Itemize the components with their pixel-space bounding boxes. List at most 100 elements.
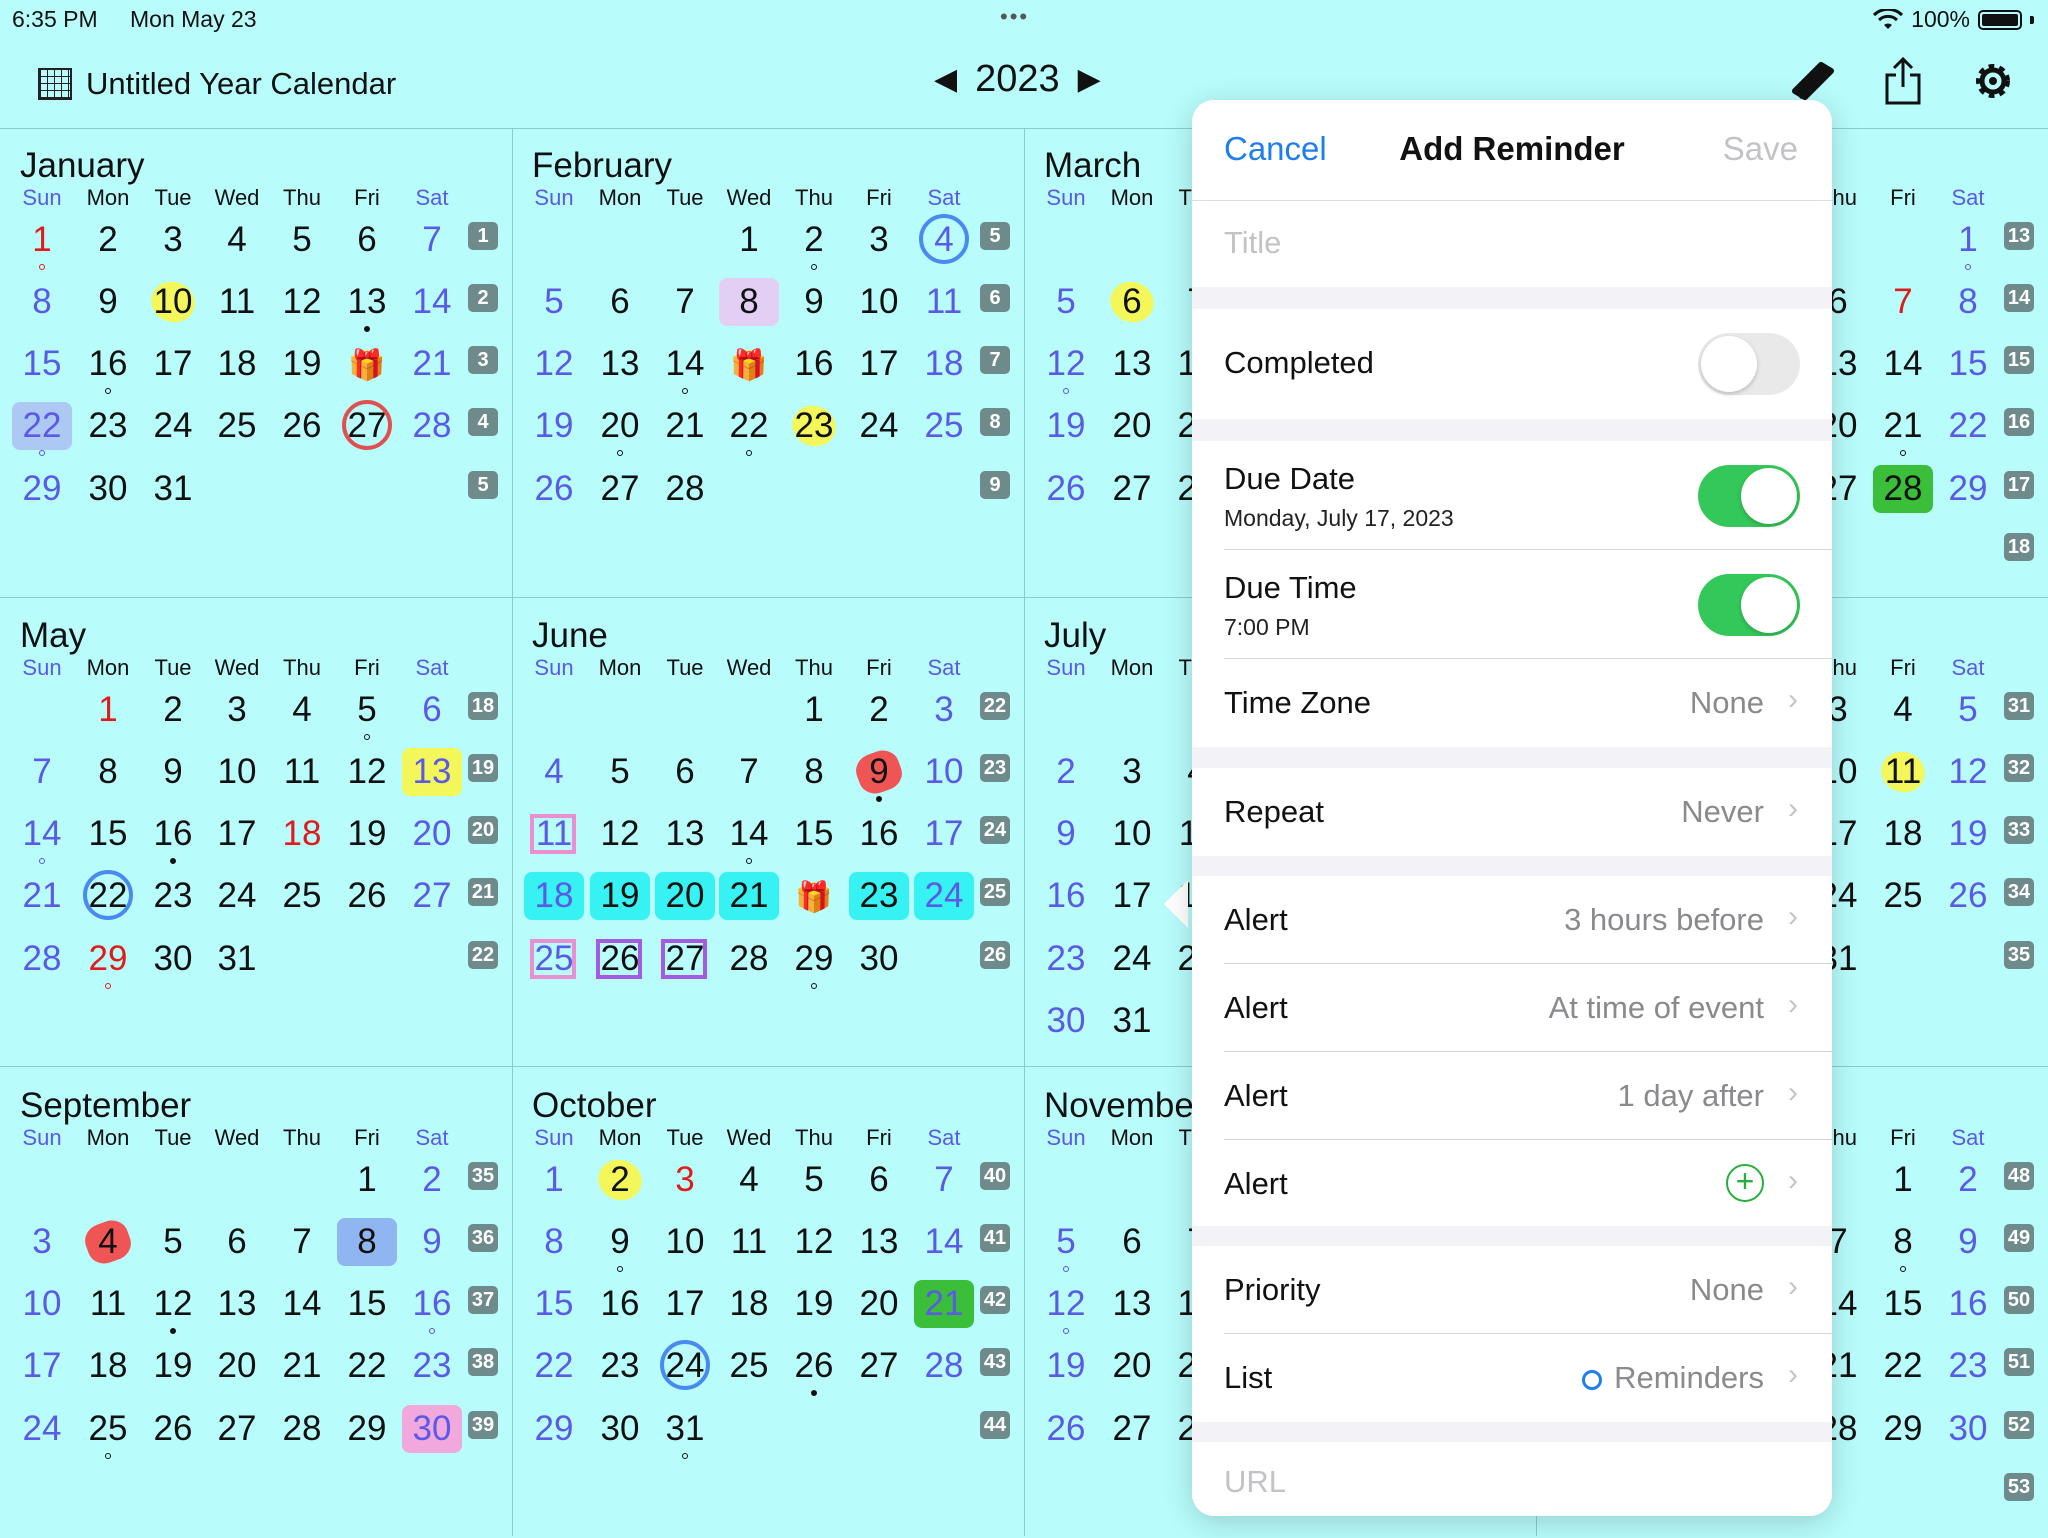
day-cell[interactable]: 3 xyxy=(849,216,909,264)
week-number-badge[interactable]: 14 xyxy=(2004,284,2034,312)
week-number-badge[interactable]: 25 xyxy=(980,878,1010,906)
week-number-badge[interactable]: 17 xyxy=(2004,471,2034,499)
day-cell[interactable]: 8 xyxy=(524,1218,584,1266)
day-cell[interactable]: 31 xyxy=(207,935,267,983)
day-cell[interactable]: 18 xyxy=(272,810,332,858)
day-cell[interactable]: 9 xyxy=(78,278,138,326)
day-cell[interactable]: 1 xyxy=(1938,216,1998,270)
day-cell[interactable]: 2 xyxy=(143,686,203,734)
day-cell[interactable]: 23 xyxy=(849,872,909,920)
week-number-badge[interactable]: 4 xyxy=(468,408,498,436)
due-date-toggle[interactable] xyxy=(1698,465,1800,527)
day-cell[interactable]: 14 xyxy=(719,810,779,864)
day-cell[interactable]: 10 xyxy=(12,1280,72,1328)
day-cell[interactable]: 6 xyxy=(849,1156,909,1204)
timezone-row[interactable]: Time Zone None › xyxy=(1192,659,1832,747)
day-cell[interactable]: 14 xyxy=(655,340,715,394)
week-number-badge[interactable]: 33 xyxy=(2004,816,2034,844)
url-input[interactable]: URL xyxy=(1224,1464,1286,1500)
day-cell[interactable]: 22 xyxy=(1938,402,1998,450)
day-cell[interactable]: 26 xyxy=(524,465,584,513)
day-cell[interactable]: 29 xyxy=(1938,465,1998,513)
day-cell[interactable]: 9 xyxy=(590,1218,650,1272)
week-number-badge[interactable]: 41 xyxy=(980,1224,1010,1252)
day-cell[interactable]: 29 xyxy=(784,935,844,989)
day-cell[interactable]: 12 xyxy=(143,1280,203,1334)
week-number-badge[interactable]: 20 xyxy=(468,816,498,844)
month-name[interactable]: October xyxy=(532,1086,657,1126)
day-cell[interactable]: 21 xyxy=(914,1280,974,1328)
day-cell[interactable]: 28 xyxy=(12,935,72,983)
day-cell[interactable]: 22 xyxy=(719,402,779,456)
due-date-row[interactable]: Due Date Monday, July 17, 2023 xyxy=(1192,441,1832,549)
day-cell[interactable]: 8 xyxy=(12,278,72,326)
day-cell[interactable]: 28 xyxy=(1873,465,1933,513)
day-cell[interactable]: 26 xyxy=(143,1405,203,1453)
day-cell[interactable]: 8 xyxy=(337,1218,397,1266)
day-cell[interactable]: 7 xyxy=(272,1218,332,1266)
day-cell[interactable]: 27 xyxy=(1102,1405,1162,1453)
day-cell[interactable]: 17 xyxy=(655,1280,715,1328)
day-cell[interactable]: 14 xyxy=(272,1280,332,1328)
next-year-button[interactable]: ▶ xyxy=(1078,62,1101,97)
day-cell[interactable]: 10 xyxy=(1102,810,1162,858)
day-cell[interactable]: 23 xyxy=(1036,935,1096,983)
day-cell[interactable]: 16 xyxy=(849,810,909,858)
week-number-badge[interactable]: 1 xyxy=(468,222,498,250)
week-number-badge[interactable]: 24 xyxy=(980,816,1010,844)
day-cell[interactable]: 9 xyxy=(402,1218,462,1266)
day-cell[interactable]: 22 xyxy=(337,1342,397,1390)
day-cell[interactable]: 4 xyxy=(719,1156,779,1204)
day-cell[interactable]: 24 xyxy=(143,402,203,450)
day-cell[interactable]: 7 xyxy=(655,278,715,326)
save-button[interactable]: Save xyxy=(1723,130,1798,168)
day-cell[interactable]: 13 xyxy=(337,278,397,332)
day-cell[interactable]: 30 xyxy=(402,1405,462,1453)
day-cell[interactable]: 29 xyxy=(337,1405,397,1453)
week-number-badge[interactable]: 48 xyxy=(2004,1162,2034,1190)
day-cell[interactable]: 14 xyxy=(402,278,462,326)
day-cell[interactable]: 18 xyxy=(524,872,584,920)
week-number-badge[interactable]: 42 xyxy=(980,1286,1010,1314)
day-cell[interactable]: 25 xyxy=(719,1342,779,1390)
week-number-badge[interactable]: 51 xyxy=(2004,1348,2034,1376)
day-cell[interactable]: 5 xyxy=(524,278,584,326)
day-cell[interactable]: 9 xyxy=(1938,1218,1998,1266)
scribble-button[interactable] xyxy=(1788,56,1838,106)
day-cell[interactable]: 16 xyxy=(78,340,138,394)
day-cell[interactable]: 17 xyxy=(12,1342,72,1390)
day-cell[interactable]: 10 xyxy=(914,748,974,796)
day-cell[interactable]: 12 xyxy=(784,1218,844,1266)
day-cell[interactable]: 1 xyxy=(784,686,844,734)
day-cell[interactable]: 1 xyxy=(337,1156,397,1204)
day-cell[interactable]: 17 xyxy=(1102,872,1162,920)
day-cell[interactable]: 15 xyxy=(784,810,844,858)
day-cell[interactable]: 15 xyxy=(78,810,138,858)
day-cell[interactable]: 15 xyxy=(524,1280,584,1328)
day-cell[interactable]: 19 xyxy=(143,1342,203,1390)
day-cell[interactable]: 30 xyxy=(849,935,909,983)
due-time-toggle[interactable] xyxy=(1698,574,1800,636)
day-cell[interactable]: 21 xyxy=(12,872,72,920)
day-cell[interactable]: 31 xyxy=(655,1405,715,1459)
day-cell[interactable]: 29 xyxy=(78,935,138,989)
month-name[interactable]: June xyxy=(532,616,608,656)
settings-button[interactable] xyxy=(1968,56,2018,106)
day-cell[interactable]: 16 xyxy=(1938,1280,1998,1328)
day-cell[interactable]: 13 xyxy=(849,1218,909,1266)
repeat-row[interactable]: Repeat Never › xyxy=(1192,768,1832,856)
day-cell[interactable]: 19 xyxy=(784,1280,844,1328)
day-cell[interactable]: 5 xyxy=(784,1156,844,1204)
day-cell[interactable]: 2 xyxy=(1036,748,1096,796)
day-cell[interactable]: 7 xyxy=(914,1156,974,1204)
week-number-badge[interactable]: 26 xyxy=(980,941,1010,969)
day-cell[interactable]: 15 xyxy=(1938,340,1998,388)
day-cell[interactable]: 25 xyxy=(1873,872,1933,920)
day-cell[interactable]: 24 xyxy=(207,872,267,920)
day-cell[interactable]: 🎁 xyxy=(784,872,844,920)
day-cell[interactable]: 5 xyxy=(1036,1218,1096,1272)
week-number-badge[interactable]: 37 xyxy=(468,1286,498,1314)
day-cell[interactable]: 25 xyxy=(207,402,267,450)
day-cell[interactable]: 27 xyxy=(402,872,462,920)
day-cell[interactable]: 1 xyxy=(78,686,138,734)
